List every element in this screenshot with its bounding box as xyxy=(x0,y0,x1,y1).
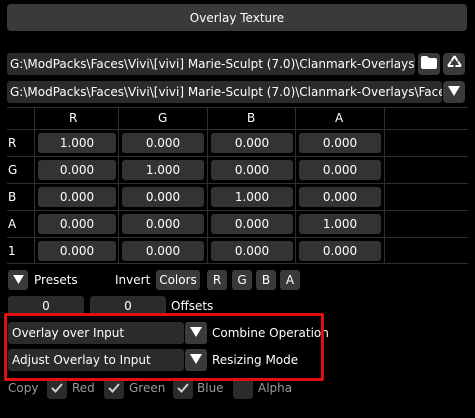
matrix-cell[interactable]: 0.000 xyxy=(122,133,204,153)
invert-a-label: A xyxy=(285,273,295,287)
copy-alpha-label: Alpha xyxy=(258,381,293,395)
cell-value: 0.000 xyxy=(145,217,181,231)
matrix-cell[interactable]: 0.000 xyxy=(122,214,204,234)
cell-value: 1.000 xyxy=(322,217,358,231)
invert-colors-button[interactable]: Colors xyxy=(156,270,200,290)
invert-r-button[interactable]: R xyxy=(207,270,227,290)
offset-y-value: 0 xyxy=(124,299,132,313)
cell-value: 0.000 xyxy=(234,163,270,177)
matrix-cell[interactable]: 1.000 xyxy=(211,187,293,207)
offset-x-value: 0 xyxy=(42,299,50,313)
triangle-down-icon xyxy=(12,273,24,287)
matrix-cell[interactable]: 1.000 xyxy=(38,133,116,153)
cell-value: 0.000 xyxy=(234,136,270,150)
invert-b-button[interactable]: B xyxy=(256,270,276,290)
cell-value: 0.000 xyxy=(322,136,358,150)
invert-label: Invert xyxy=(115,273,151,287)
check-icon xyxy=(51,382,63,396)
copy-label: Copy xyxy=(8,381,39,395)
path-dropdown-button[interactable] xyxy=(443,81,465,103)
matrix-cell[interactable]: 0.000 xyxy=(38,214,116,234)
cell-value: 1.000 xyxy=(234,190,270,204)
row-label-r: R xyxy=(8,136,17,150)
matrix-cell[interactable]: 0.000 xyxy=(38,160,116,180)
invert-b-label: B xyxy=(261,273,271,287)
cell-value: 0.000 xyxy=(59,163,95,177)
matrix-cell[interactable]: 0.000 xyxy=(211,160,293,180)
presets-label: Presets xyxy=(34,273,78,287)
recycle-icon xyxy=(446,54,463,74)
column-header-r: R xyxy=(69,111,78,125)
row-label-1: 1 xyxy=(8,244,16,258)
matrix-cell[interactable]: 0.000 xyxy=(38,241,116,261)
triangle-down-icon xyxy=(448,85,460,99)
cell-value: 0.000 xyxy=(145,136,181,150)
cell-value: 0.000 xyxy=(145,244,181,258)
matrix-cell[interactable]: 1.000 xyxy=(299,214,381,234)
copy-green-label: Green xyxy=(129,381,166,395)
offsets-label: Offsets xyxy=(171,299,214,313)
check-icon xyxy=(177,382,189,396)
cell-value: 0.000 xyxy=(59,217,95,231)
row-label-a: A xyxy=(8,217,17,231)
presets-dropdown-button[interactable] xyxy=(8,270,28,290)
invert-colors-label: Colors xyxy=(159,273,197,287)
column-header-b: B xyxy=(247,111,256,125)
cell-value: 0.000 xyxy=(322,244,358,258)
matrix-cell[interactable]: 0.000 xyxy=(299,241,381,261)
highlight-box xyxy=(4,313,324,381)
path-text-1: G:\ModPacks\Faces\Vivi\[vivi] Marie-Scul… xyxy=(10,57,415,71)
matrix-cell[interactable]: 0.000 xyxy=(122,187,204,207)
copy-alpha-checkbox[interactable] xyxy=(233,379,253,399)
matrix-cell[interactable]: 0.000 xyxy=(211,214,293,234)
matrix-cell[interactable]: 0.000 xyxy=(122,241,204,261)
matrix-cell[interactable]: 0.000 xyxy=(211,133,293,153)
matrix-cell[interactable]: 0.000 xyxy=(299,133,381,153)
folder-icon xyxy=(421,56,437,72)
row-label-b: B xyxy=(8,190,17,204)
copy-green-checkbox[interactable] xyxy=(104,379,124,399)
cell-value: 0.000 xyxy=(322,190,358,204)
column-header-g: G xyxy=(158,111,168,125)
matrix-cell[interactable]: 1.000 xyxy=(122,160,204,180)
copy-red-label: Red xyxy=(72,381,95,395)
cell-value: 0.000 xyxy=(234,244,270,258)
header-title: Overlay Texture xyxy=(189,10,285,25)
copy-red-checkbox[interactable] xyxy=(47,379,67,399)
cell-value: 1.000 xyxy=(59,136,95,150)
invert-r-label: R xyxy=(212,273,222,287)
cell-value: 0.000 xyxy=(322,163,358,177)
cell-value: 0.000 xyxy=(145,190,181,204)
invert-a-button[interactable]: A xyxy=(280,270,300,290)
check-icon xyxy=(108,382,120,396)
copy-blue-label: Blue xyxy=(197,381,224,395)
matrix-cell[interactable]: 0.000 xyxy=(211,241,293,261)
path-text-2: G:\ModPacks\Faces\Vivi\[vivi] Marie-Scul… xyxy=(10,85,442,99)
overlay-path-field-1[interactable]: G:\ModPacks\Faces\Vivi\[vivi] Marie-Scul… xyxy=(7,53,415,75)
invert-g-label: G xyxy=(237,273,247,287)
column-header-a: A xyxy=(335,111,344,125)
matrix-cell[interactable]: 0.000 xyxy=(38,187,116,207)
cell-value: 0.000 xyxy=(59,244,95,258)
matrix-cell[interactable]: 0.000 xyxy=(299,160,381,180)
matrix-cell[interactable]: 0.000 xyxy=(299,187,381,207)
cell-value: 0.000 xyxy=(59,190,95,204)
browse-folder-button[interactable] xyxy=(418,53,440,75)
copy-blue-checkbox[interactable] xyxy=(173,379,193,399)
cell-value: 1.000 xyxy=(145,163,181,177)
row-label-g: G xyxy=(8,163,18,177)
reset-path-button[interactable] xyxy=(443,53,465,75)
cell-value: 0.000 xyxy=(234,217,270,231)
invert-g-button[interactable]: G xyxy=(232,270,252,290)
overlay-path-dropdown[interactable]: G:\ModPacks\Faces\Vivi\[vivi] Marie-Scul… xyxy=(7,81,442,103)
overlay-texture-header[interactable]: Overlay Texture xyxy=(7,4,467,31)
